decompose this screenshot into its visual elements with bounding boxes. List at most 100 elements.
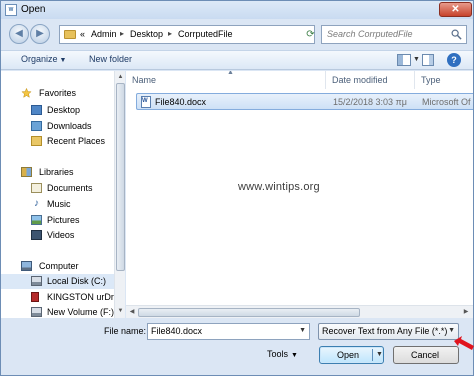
sidebar-item-computer[interactable]: Computer (1, 259, 114, 274)
file-row[interactable]: File840.docx 15/2/2018 3:03 πμ Microsoft… (136, 93, 473, 110)
search-placeholder: Search CorrputedFile (327, 29, 413, 39)
help-icon[interactable]: ? (447, 53, 461, 67)
breadcrumb-overflow[interactable]: « (80, 29, 85, 39)
chevron-down-icon[interactable]: ▼ (299, 327, 306, 334)
downloads-icon (31, 121, 42, 131)
sidebar-item-label: Downloads (47, 121, 92, 131)
sort-ascending-icon: ▲ (227, 71, 234, 76)
computer-icon (21, 261, 32, 271)
command-toolbar: Organize ▼ New folder ▼ ? (1, 50, 473, 70)
scroll-left-icon[interactable]: ◀ (127, 307, 137, 317)
column-header-date-modified[interactable]: Date modified (326, 71, 415, 89)
navigation-scrollbar[interactable]: ▲ ▼ (114, 71, 125, 318)
tools-menu[interactable]: Tools ▼ (267, 349, 298, 359)
scroll-right-icon[interactable]: ▶ (461, 307, 471, 317)
breadcrumb-admin[interactable]: Admin (91, 29, 117, 39)
forward-button[interactable]: ▶ (30, 24, 50, 44)
scrollbar-thumb[interactable] (116, 83, 125, 271)
sidebar-item-videos[interactable]: Videos (1, 228, 114, 243)
forward-arrow-icon: ▶ (36, 28, 44, 39)
open-button[interactable]: Open ▼ (319, 346, 384, 364)
open-dialog: W Open ✕ ◀ ▶ « Admin ▸ Desktop ▸ Corrput… (0, 0, 474, 376)
window-title: Open (21, 4, 46, 15)
word-document-icon (141, 96, 151, 108)
breadcrumb-desktop[interactable]: Desktop (130, 29, 163, 39)
view-options-dropdown[interactable]: ▼ (413, 56, 420, 63)
change-view-icon[interactable] (397, 54, 411, 66)
search-input[interactable]: Search CorrputedFile (321, 25, 467, 44)
file-type-filter-select[interactable]: Recover Text from Any File (*.*) ▼ (318, 323, 459, 340)
pictures-icon (31, 215, 42, 225)
sidebar-item-desktop[interactable]: Desktop (1, 103, 114, 118)
sidebar-item-local-disk[interactable]: Local Disk (C:) (1, 274, 114, 289)
file-name-field[interactable]: File840.docx ▼ (147, 323, 310, 340)
star-icon (21, 88, 32, 98)
preview-pane-icon[interactable] (422, 54, 434, 66)
watermark-text: www.wintips.org (238, 181, 320, 193)
title-bar[interactable]: W Open ✕ (1, 1, 473, 19)
breadcrumb-separator[interactable]: ▸ (168, 29, 172, 38)
desktop-icon (31, 105, 42, 115)
recent-places-icon (31, 136, 42, 146)
open-button-label: Open (337, 350, 360, 360)
cancel-button-label: Cancel (411, 350, 440, 360)
music-icon: ♪ (34, 198, 39, 209)
file-list: Name ▲ Date modified Type File840.docx 1… (126, 71, 473, 318)
sidebar-item-label: Libraries (39, 167, 74, 177)
sidebar-item-label: KINGSTON urDri (47, 292, 116, 302)
sidebar-item-kingston[interactable]: KINGSTON urDri (1, 290, 116, 305)
chevron-down-icon: ▼ (448, 327, 455, 334)
sidebar-item-pictures[interactable]: Pictures (1, 213, 114, 228)
organize-menu[interactable]: Organize ▼ (21, 54, 66, 64)
videos-icon (31, 230, 42, 240)
usb-drive-icon (31, 292, 39, 302)
breadcrumb-corrputedfile[interactable]: CorrputedFile (178, 29, 233, 39)
sidebar-item-favorites[interactable]: Favorites (1, 86, 114, 101)
file-type-filter-value: Recover Text from Any File (*.*) (322, 326, 448, 336)
sidebar-item-label: Pictures (47, 215, 80, 225)
column-header-type[interactable]: Type (415, 71, 473, 89)
file-name-label: File name: (104, 326, 147, 336)
disk-icon (31, 276, 42, 286)
column-header-label: Type (421, 75, 441, 85)
file-name-value: File840.docx (151, 326, 203, 336)
sidebar-item-recent-places[interactable]: Recent Places (1, 134, 114, 149)
dialog-footer: File name: File840.docx ▼ Recover Text f… (1, 319, 474, 375)
cancel-button[interactable]: Cancel (393, 346, 459, 364)
sidebar-item-label: Videos (47, 230, 75, 240)
sidebar-item-music[interactable]: ♪ Music (1, 197, 114, 212)
libraries-icon (21, 167, 32, 177)
split-divider (372, 349, 373, 361)
sidebar-item-downloads[interactable]: Downloads (1, 119, 114, 134)
refresh-button[interactable]: ⟳ (304, 25, 317, 44)
sidebar-item-label: Desktop (47, 105, 81, 115)
file-type: Microsoft Of (422, 97, 471, 107)
sidebar-item-label: Recent Places (47, 136, 106, 146)
scroll-up-icon[interactable]: ▲ (116, 72, 125, 82)
sidebar-item-new-volume[interactable]: New Volume (F:) (1, 305, 114, 320)
scrollbar-thumb[interactable] (138, 308, 360, 317)
sidebar-item-libraries[interactable]: Libraries (1, 165, 114, 180)
chevron-down-icon: ▼ (291, 352, 298, 359)
disk-icon (31, 307, 42, 317)
folder-icon (64, 30, 76, 39)
column-header-label: Date modified (332, 75, 388, 85)
back-arrow-icon: ◀ (15, 28, 23, 39)
back-button[interactable]: ◀ (9, 24, 29, 44)
sidebar-item-label: New Volume (F:) (47, 307, 115, 317)
horizontal-scrollbar[interactable]: ◀ ▶ (126, 305, 473, 318)
sidebar-item-label: Music (47, 199, 71, 209)
new-folder-button[interactable]: New folder (89, 54, 132, 64)
file-name: File840.docx (155, 97, 207, 107)
organize-label: Organize (21, 54, 58, 64)
close-button[interactable]: ✕ (439, 2, 472, 17)
column-header-name[interactable]: Name ▲ (126, 71, 326, 89)
open-options-dropdown[interactable]: ▼ (376, 351, 383, 358)
breadcrumb-separator[interactable]: ▸ (120, 29, 124, 38)
address-bar[interactable]: « Admin ▸ Desktop ▸ CorrputedFile (59, 25, 315, 44)
navigation-pane: Favorites Desktop Downloads Recent Place… (1, 71, 125, 318)
documents-icon (31, 183, 42, 193)
sidebar-item-documents[interactable]: Documents (1, 181, 114, 196)
scroll-down-icon[interactable]: ▼ (116, 306, 125, 316)
chevron-down-icon: ▼ (59, 57, 67, 64)
